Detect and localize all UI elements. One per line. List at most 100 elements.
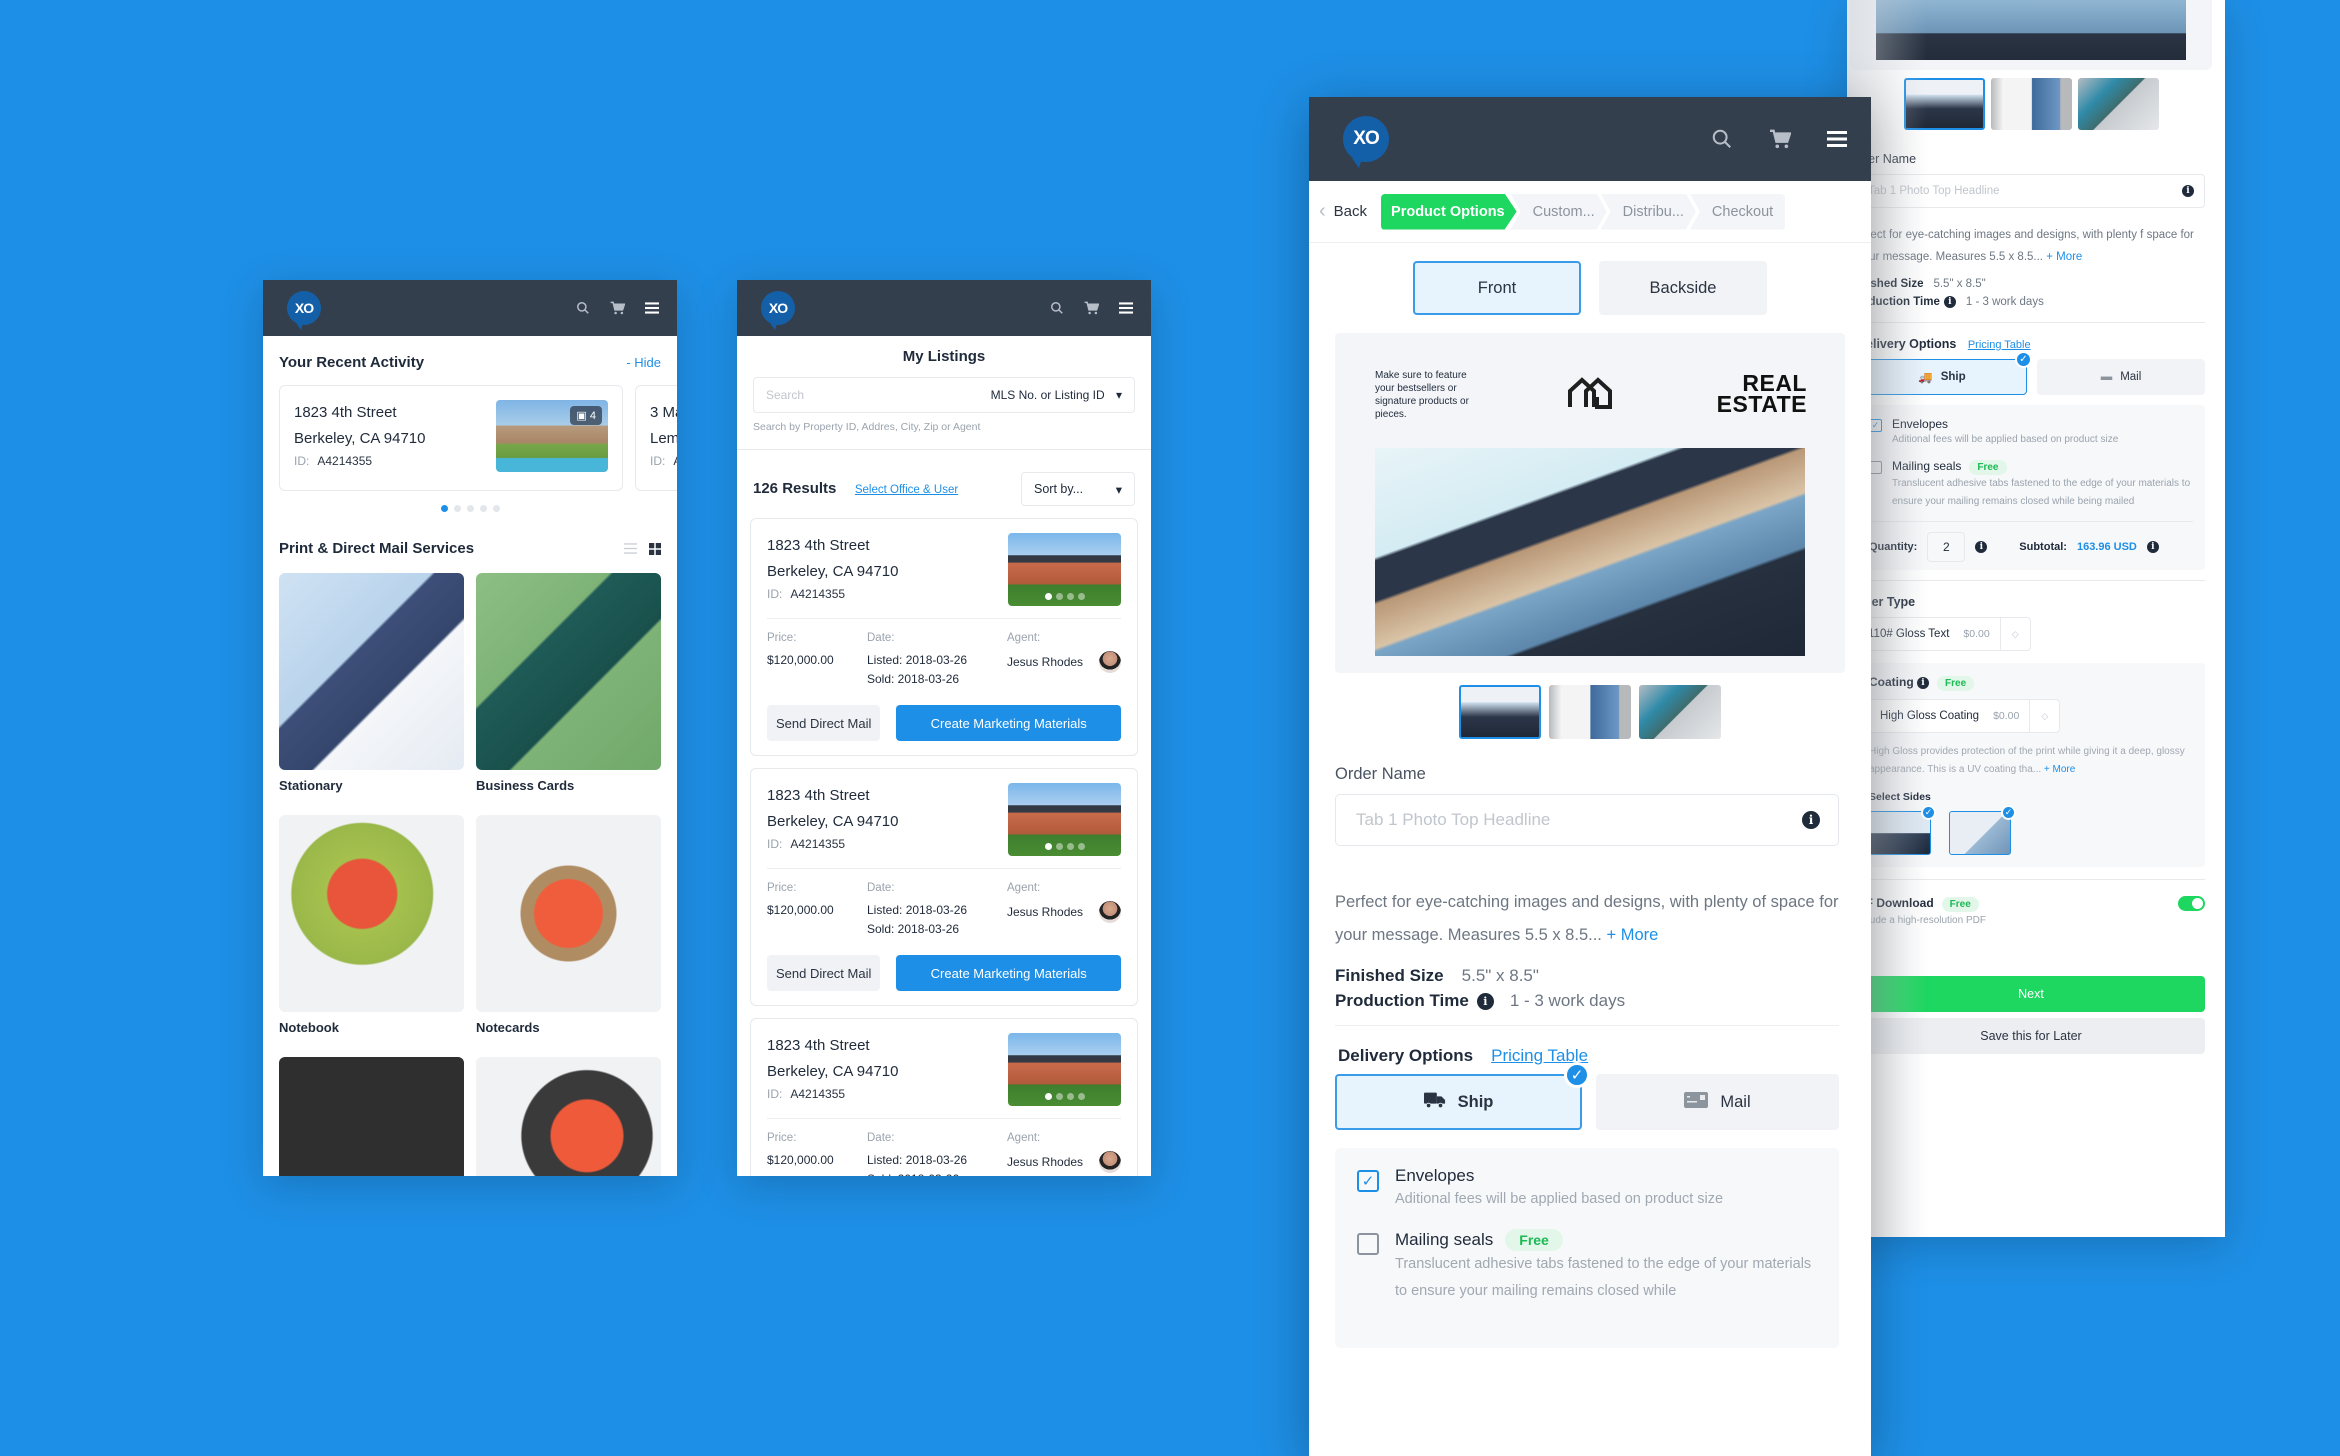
thumbnail[interactable]: [1459, 685, 1541, 739]
side-front-thumbnail[interactable]: ✓: [1869, 805, 1936, 856]
search-icon[interactable]: [1711, 128, 1733, 150]
sort-dropdown[interactable]: Sort by... ▾: [1021, 472, 1135, 506]
preview-photo: [1876, 0, 2186, 60]
save-for-later-button[interactable]: Save this for Later: [1857, 1018, 2205, 1055]
send-direct-mail-button[interactable]: Send Direct Mail: [767, 955, 881, 991]
next-button[interactable]: Next: [1857, 976, 2205, 1013]
back-button[interactable]: ‹ Back: [1319, 200, 1367, 223]
mailing-seals-option[interactable]: Mailing seals Free Translucent adhesive ta…: [1869, 459, 2193, 511]
more-link[interactable]: + More: [2044, 764, 2075, 775]
free-badge: Free: [1937, 676, 1975, 692]
info-icon[interactable]: i: [2146, 541, 2159, 554]
ship-option[interactable]: Ship ✓: [1335, 1062, 1590, 1130]
cart-icon[interactable]: [1084, 301, 1099, 315]
mailing-seals-option[interactable]: Mailing seals Free Translucent adhesive ta…: [1357, 1229, 1817, 1305]
service-tile-presentation[interactable]: [279, 1057, 464, 1176]
search-icon[interactable]: [576, 301, 590, 315]
grid-view-icon[interactable]: [649, 542, 661, 555]
thumbnail[interactable]: [2077, 78, 2159, 130]
list-view-icon[interactable]: [624, 543, 637, 554]
menu-icon[interactable]: [1119, 302, 1133, 314]
coating-select[interactable]: High Gloss Coating $0.00 ◇: [1869, 699, 2061, 734]
recent-card[interactable]: 1823 4th Street Berkeley, CA 94710 ID: A4…: [279, 385, 623, 491]
info-icon[interactable]: i: [1917, 676, 1930, 689]
service-image: [476, 1057, 661, 1176]
carousel-dot[interactable]: [492, 505, 500, 512]
front-tab[interactable]: Front: [1413, 261, 1581, 315]
street: 1823 4th Street: [767, 1037, 870, 1054]
listing-card[interactable]: 1823 4th Street Berkeley, CA 94710 ID: A4…: [750, 1018, 1138, 1176]
listing-search-input[interactable]: Search MLS No. or Listing ID ▾: [753, 377, 1135, 413]
order-name-input[interactable]: Tab 1 Photo Top Headline i: [1857, 174, 2205, 208]
order-name-input[interactable]: Tab 1 Photo Top Headline i: [1335, 794, 1839, 846]
recent-carousel[interactable]: 1823 4th Street Berkeley, CA 94710 ID: A4…: [279, 385, 677, 491]
quantity-input[interactable]: 2: [1927, 532, 1966, 563]
info-icon[interactable]: i: [2182, 185, 2194, 197]
thumbnail-strip: [1309, 685, 1871, 739]
mail-option[interactable]: Mail: [1596, 1074, 1839, 1130]
menu-icon[interactable]: [645, 302, 659, 314]
thumbnail[interactable]: [1903, 78, 1985, 130]
top-nav-bar: XO: [737, 280, 1151, 336]
pdf-download-toggle[interactable]: [2178, 896, 2205, 912]
more-link[interactable]: + More: [1606, 926, 1658, 944]
cart-icon[interactable]: [1769, 129, 1791, 149]
carousel-dot[interactable]: [479, 505, 487, 512]
pricing-table-link[interactable]: Pricing Table: [1968, 339, 2031, 351]
carousel-dot[interactable]: [440, 505, 448, 512]
send-direct-mail-button[interactable]: Send Direct Mail: [767, 705, 881, 741]
street: 1823 4th Street: [767, 537, 870, 554]
recent-card[interactable]: 3 Ma Lem ID: A: [635, 385, 677, 491]
step-customize[interactable]: Custom...: [1511, 194, 1607, 230]
info-icon[interactable]: i: [1476, 993, 1494, 1011]
info-icon[interactable]: i: [1802, 811, 1820, 829]
backside-tab[interactable]: Backside: [1599, 261, 1767, 315]
thumbnail[interactable]: [1990, 78, 2072, 130]
paper-type-select[interactable]: 110# Gloss Text $0.00 ◇: [1857, 617, 2031, 652]
select-office-link[interactable]: Select Office & User: [855, 484, 958, 496]
more-link[interactable]: + More: [2046, 251, 2082, 263]
step-product-options[interactable]: Product Options: [1381, 194, 1517, 230]
mail-option[interactable]: ▬ Mail: [2037, 359, 2205, 396]
price-label: Price:: [767, 882, 797, 894]
service-tile-business-cards[interactable]: Business Cards: [476, 573, 661, 803]
property-photo[interactable]: [1008, 533, 1121, 606]
carousel-dot[interactable]: [453, 505, 461, 512]
create-marketing-materials-button[interactable]: Create Marketing Materials: [896, 705, 1121, 741]
agent-name: Jesus Rhodes: [1007, 1154, 1084, 1169]
menu-icon[interactable]: [1827, 131, 1847, 147]
property-photo[interactable]: [1008, 1033, 1121, 1106]
stepper-icon[interactable]: ◇: [2029, 700, 2059, 733]
create-marketing-materials-button[interactable]: Create Marketing Materials: [896, 955, 1121, 991]
step-distribution[interactable]: Distribu...: [1601, 194, 1696, 230]
service-tile-notecards[interactable]: Notecards: [476, 815, 661, 1045]
info-icon[interactable]: i: [1943, 296, 1956, 308]
stepper-icon[interactable]: ◇: [1999, 618, 2030, 651]
xo-logo[interactable]: XO: [1343, 116, 1389, 169]
cart-icon[interactable]: [610, 301, 625, 315]
listing-card[interactable]: 1823 4th Street Berkeley, CA 94710 ID: A4…: [750, 518, 1138, 756]
thumbnail[interactable]: [1549, 685, 1631, 739]
hide-link[interactable]: - Hide: [626, 355, 661, 370]
info-icon[interactable]: i: [1975, 541, 1988, 554]
listing-card[interactable]: 1823 4th Street Berkeley, CA 94710 ID: A4…: [750, 768, 1138, 1006]
search-icon[interactable]: [1050, 301, 1064, 315]
search-scope-dropdown[interactable]: MLS No. or Listing ID ▾: [991, 388, 1122, 402]
xo-logo[interactable]: XO: [287, 291, 321, 330]
ship-option[interactable]: 🚚 Ship ✓: [1857, 351, 2032, 396]
side-back-thumbnail[interactable]: ✓: [1949, 805, 2016, 856]
service-tile-notebook[interactable]: Notebook: [279, 815, 464, 1045]
envelopes-option[interactable]: ✓ Envelopes Aditional fees will be applie…: [1869, 417, 2193, 449]
property-photo[interactable]: [1008, 783, 1121, 856]
id-label: ID:: [294, 454, 310, 468]
envelopes-option[interactable]: ✓ Envelopes Aditional fees will be applie…: [1357, 1166, 1817, 1213]
property-photo[interactable]: ▣ 4: [496, 400, 608, 472]
carousel-dot[interactable]: [466, 505, 474, 512]
service-tile-menu[interactable]: [476, 1057, 661, 1176]
service-tile-stationary[interactable]: Stationary: [279, 573, 464, 803]
thumbnail[interactable]: [1639, 685, 1721, 739]
xo-logo[interactable]: XO: [761, 291, 795, 330]
envelopes-checkbox[interactable]: ✓: [1357, 1170, 1379, 1192]
step-checkout[interactable]: Checkout: [1689, 193, 1786, 230]
mailing-seals-checkbox[interactable]: [1357, 1233, 1379, 1255]
